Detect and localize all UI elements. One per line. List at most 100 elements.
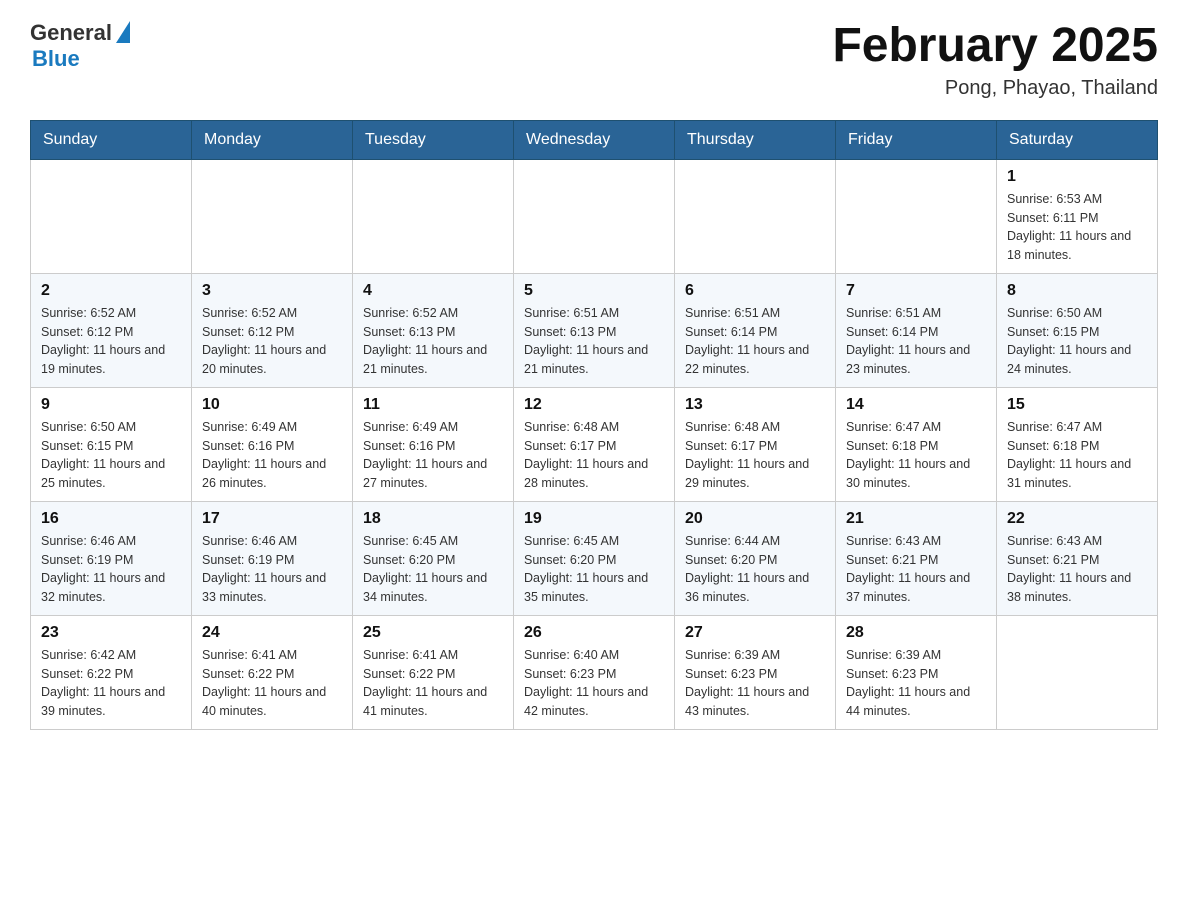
- day-number: 20: [685, 510, 825, 528]
- calendar-day-cell: 4Sunrise: 6:52 AM Sunset: 6:13 PM Daylig…: [353, 273, 514, 387]
- day-number: 17: [202, 510, 342, 528]
- calendar-day-cell: [997, 615, 1158, 729]
- day-info: Sunrise: 6:43 AM Sunset: 6:21 PM Dayligh…: [1007, 532, 1147, 607]
- calendar-day-cell: 13 Sunrise: 6:48 AM Sunset: 6:17 PM Dayli…: [675, 387, 836, 501]
- day-info: Sunrise: 6:51 AM Sunset: 6:14 PM Dayligh…: [846, 304, 986, 379]
- day-info: Sunrise: 6:42 AM Sunset: 6:22 PM Dayligh…: [41, 646, 181, 721]
- day-info: Sunrise: 6:47 AM Sunset: 6:18 PM Dayligh…: [846, 418, 986, 493]
- day-number: 14: [846, 396, 986, 414]
- day-info: Sunrise: 6:49 AM Sunset: 6:16 PM Dayligh…: [202, 418, 342, 493]
- day-info: Sunrise: 6:46 AM Sunset: 6:19 PM Dayligh…: [41, 532, 181, 607]
- day-of-week-header: Wednesday: [514, 120, 675, 159]
- day-number: 15: [1007, 396, 1147, 414]
- day-number: 16: [41, 510, 181, 528]
- day-info: Sunrise: 6:53 AM Sunset: 6:11 PM Dayligh…: [1007, 190, 1147, 265]
- day-number: 23: [41, 624, 181, 642]
- calendar-day-cell: 18Sunrise: 6:45 AM Sunset: 6:20 PM Dayli…: [353, 501, 514, 615]
- day-number: 7: [846, 282, 986, 300]
- day-info: Sunrise: 6:44 AM Sunset: 6:20 PM Dayligh…: [685, 532, 825, 607]
- calendar-day-cell: 21 Sunrise: 6:43 AM Sunset: 6:21 PM Dayli…: [836, 501, 997, 615]
- calendar-day-cell: 7 Sunrise: 6:51 AM Sunset: 6:14 PM Daylig…: [836, 273, 997, 387]
- day-number: 5: [524, 282, 664, 300]
- calendar-day-cell: [353, 159, 514, 273]
- day-info: Sunrise: 6:49 AM Sunset: 6:16 PM Dayligh…: [363, 418, 503, 493]
- day-number: 8: [1007, 282, 1147, 300]
- day-number: 6: [685, 282, 825, 300]
- calendar-header-row: SundayMondayTuesdayWednesdayThursdayFrid…: [31, 120, 1158, 159]
- day-info: Sunrise: 6:50 AM Sunset: 6:15 PM Dayligh…: [1007, 304, 1147, 379]
- calendar-table: SundayMondayTuesdayWednesdayThursdayFrid…: [30, 120, 1158, 730]
- calendar-day-cell: 12Sunrise: 6:48 AM Sunset: 6:17 PM Dayli…: [514, 387, 675, 501]
- day-number: 22: [1007, 510, 1147, 528]
- day-number: 12: [524, 396, 664, 414]
- day-of-week-header: Tuesday: [353, 120, 514, 159]
- day-number: 28: [846, 624, 986, 642]
- logo-general-text: General: [30, 20, 112, 46]
- day-of-week-header: Sunday: [31, 120, 192, 159]
- logo-blue-text: Blue: [32, 46, 80, 72]
- calendar-day-cell: 27 Sunrise: 6:39 AM Sunset: 6:23 PM Dayli…: [675, 615, 836, 729]
- day-of-week-header: Saturday: [997, 120, 1158, 159]
- day-of-week-header: Monday: [192, 120, 353, 159]
- day-number: 19: [524, 510, 664, 528]
- calendar-day-cell: [836, 159, 997, 273]
- calendar-day-cell: 9 Sunrise: 6:50 AM Sunset: 6:15 PM Daylig…: [31, 387, 192, 501]
- day-info: Sunrise: 6:40 AM Sunset: 6:23 PM Dayligh…: [524, 646, 664, 721]
- calendar-day-cell: 10 Sunrise: 6:49 AM Sunset: 6:16 PM Dayli…: [192, 387, 353, 501]
- day-number: 9: [41, 396, 181, 414]
- day-info: Sunrise: 6:52 AM Sunset: 6:12 PM Dayligh…: [41, 304, 181, 379]
- logo-triangle-icon: [116, 21, 130, 43]
- day-number: 26: [524, 624, 664, 642]
- day-number: 3: [202, 282, 342, 300]
- day-info: Sunrise: 6:50 AM Sunset: 6:15 PM Dayligh…: [41, 418, 181, 493]
- calendar-day-cell: 25Sunrise: 6:41 AM Sunset: 6:22 PM Dayli…: [353, 615, 514, 729]
- day-number: 18: [363, 510, 503, 528]
- day-info: Sunrise: 6:48 AM Sunset: 6:17 PM Dayligh…: [685, 418, 825, 493]
- logo: General Blue: [30, 20, 130, 72]
- day-info: Sunrise: 6:47 AM Sunset: 6:18 PM Dayligh…: [1007, 418, 1147, 493]
- day-info: Sunrise: 6:39 AM Sunset: 6:23 PM Dayligh…: [846, 646, 986, 721]
- day-info: Sunrise: 6:43 AM Sunset: 6:21 PM Dayligh…: [846, 532, 986, 607]
- day-info: Sunrise: 6:52 AM Sunset: 6:12 PM Dayligh…: [202, 304, 342, 379]
- calendar-week-row: 2 Sunrise: 6:52 AM Sunset: 6:12 PM Daylig…: [31, 273, 1158, 387]
- calendar-week-row: 23 Sunrise: 6:42 AM Sunset: 6:22 PM Dayli…: [31, 615, 1158, 729]
- calendar-week-row: 16 Sunrise: 6:46 AM Sunset: 6:19 PM Dayli…: [31, 501, 1158, 615]
- calendar-day-cell: 6 Sunrise: 6:51 AM Sunset: 6:14 PM Daylig…: [675, 273, 836, 387]
- calendar-day-cell: 8 Sunrise: 6:50 AM Sunset: 6:15 PM Daylig…: [997, 273, 1158, 387]
- day-info: Sunrise: 6:51 AM Sunset: 6:13 PM Dayligh…: [524, 304, 664, 379]
- day-number: 24: [202, 624, 342, 642]
- calendar-day-cell: 16 Sunrise: 6:46 AM Sunset: 6:19 PM Dayli…: [31, 501, 192, 615]
- day-info: Sunrise: 6:39 AM Sunset: 6:23 PM Dayligh…: [685, 646, 825, 721]
- page-header: General Blue February 2025 Pong, Phayao,…: [30, 20, 1158, 100]
- calendar-day-cell: 11 Sunrise: 6:49 AM Sunset: 6:16 PM Dayli…: [353, 387, 514, 501]
- calendar-day-cell: [514, 159, 675, 273]
- calendar-week-row: 1 Sunrise: 6:53 AM Sunset: 6:11 PM Daylig…: [31, 159, 1158, 273]
- calendar-day-cell: 14 Sunrise: 6:47 AM Sunset: 6:18 PM Dayli…: [836, 387, 997, 501]
- calendar-day-cell: 23 Sunrise: 6:42 AM Sunset: 6:22 PM Dayli…: [31, 615, 192, 729]
- calendar-day-cell: [31, 159, 192, 273]
- day-info: Sunrise: 6:41 AM Sunset: 6:22 PM Dayligh…: [202, 646, 342, 721]
- calendar-day-cell: 26 Sunrise: 6:40 AM Sunset: 6:23 PM Dayli…: [514, 615, 675, 729]
- calendar-day-cell: 22 Sunrise: 6:43 AM Sunset: 6:21 PM Dayli…: [997, 501, 1158, 615]
- day-number: 13: [685, 396, 825, 414]
- title-block: February 2025 Pong, Phayao, Thailand: [832, 20, 1158, 100]
- day-number: 10: [202, 396, 342, 414]
- day-number: 1: [1007, 168, 1147, 186]
- calendar-day-cell: 3 Sunrise: 6:52 AM Sunset: 6:12 PM Daylig…: [192, 273, 353, 387]
- calendar-day-cell: 2 Sunrise: 6:52 AM Sunset: 6:12 PM Daylig…: [31, 273, 192, 387]
- day-number: 27: [685, 624, 825, 642]
- day-info: Sunrise: 6:51 AM Sunset: 6:14 PM Dayligh…: [685, 304, 825, 379]
- calendar-day-cell: 19Sunrise: 6:45 AM Sunset: 6:20 PM Dayli…: [514, 501, 675, 615]
- day-of-week-header: Thursday: [675, 120, 836, 159]
- calendar-day-cell: 24 Sunrise: 6:41 AM Sunset: 6:22 PM Dayli…: [192, 615, 353, 729]
- location-title: Pong, Phayao, Thailand: [832, 77, 1158, 100]
- day-of-week-header: Friday: [836, 120, 997, 159]
- calendar-day-cell: 15 Sunrise: 6:47 AM Sunset: 6:18 PM Dayli…: [997, 387, 1158, 501]
- calendar-day-cell: 20 Sunrise: 6:44 AM Sunset: 6:20 PM Dayli…: [675, 501, 836, 615]
- day-number: 21: [846, 510, 986, 528]
- day-number: 2: [41, 282, 181, 300]
- day-number: 4: [363, 282, 503, 300]
- day-info: Sunrise: 6:41 AM Sunset: 6:22 PM Dayligh…: [363, 646, 503, 721]
- day-number: 11: [363, 396, 503, 414]
- calendar-day-cell: 28 Sunrise: 6:39 AM Sunset: 6:23 PM Dayli…: [836, 615, 997, 729]
